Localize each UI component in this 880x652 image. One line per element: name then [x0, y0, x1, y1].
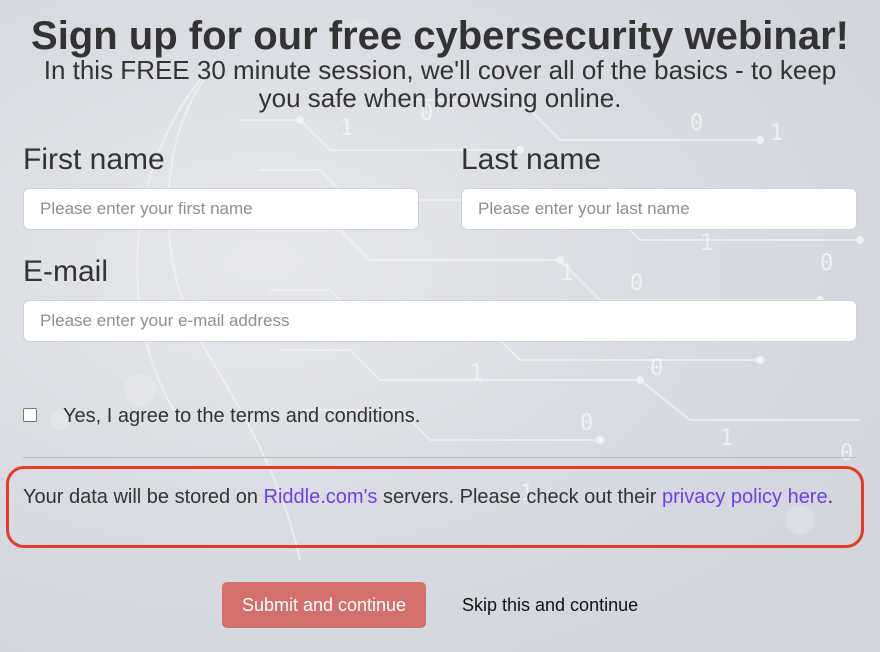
- privacy-notice: Your data will be stored on Riddle.com's…: [23, 484, 853, 511]
- last-name-field[interactable]: [461, 188, 857, 230]
- page-subtitle: In this FREE 30 minute session, we'll co…: [43, 55, 837, 113]
- divider: [23, 457, 857, 458]
- riddle-link[interactable]: Riddle.com's: [264, 486, 378, 508]
- email-input[interactable]: [40, 311, 840, 331]
- notice-suffix: .: [827, 486, 834, 508]
- email-label: E-mail: [23, 255, 109, 288]
- notice-prefix: Your data will be stored on: [23, 486, 264, 508]
- skip-link[interactable]: Skip this and continue: [462, 594, 638, 616]
- privacy-policy-link[interactable]: privacy policy here: [662, 486, 828, 508]
- page-title: Sign up for our free cybersecurity webin…: [31, 14, 849, 58]
- terms-checkbox[interactable]: [23, 408, 37, 422]
- first-name-input[interactable]: [40, 199, 402, 219]
- terms-label[interactable]: Yes, I agree to the terms and conditions…: [63, 404, 420, 428]
- first-name-field[interactable]: [23, 188, 419, 230]
- last-name-input[interactable]: [478, 199, 840, 219]
- first-name-label: First name: [23, 143, 165, 176]
- submit-button[interactable]: Submit and continue: [222, 582, 426, 628]
- signup-form-panel: Sign up for our free cybersecurity webin…: [0, 0, 880, 652]
- email-field[interactable]: [23, 300, 857, 342]
- notice-middle: servers. Please check out their: [377, 486, 662, 508]
- last-name-label: Last name: [461, 143, 602, 176]
